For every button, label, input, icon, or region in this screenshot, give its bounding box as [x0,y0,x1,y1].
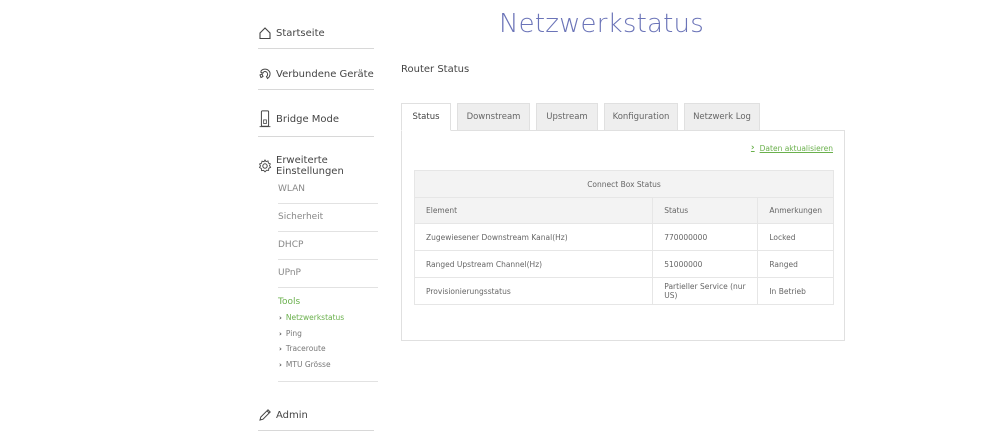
refresh-link-label: Daten aktualisieren [759,143,833,153]
chevron-right-icon: › [279,313,282,322]
sidebar-sub-wlan[interactable]: WLAN [278,184,378,204]
tab-netzwerk-log[interactable]: Netzwerk Log [684,103,760,131]
sidebar-item-label: Verbundene Geräte [276,68,374,80]
status-table: Connect Box Status Element Status Anmerk… [413,170,834,305]
sidebar-item-bridge-mode[interactable]: Bridge Mode [258,110,374,137]
pencil-icon [259,409,271,421]
table-row: Ranged Upstream Channel(Hz) 51000000 Ran… [413,250,834,278]
table-cell: Ranged [757,250,834,278]
tools-item-label: Ping [285,329,302,338]
sidebar-item-startseite[interactable]: Startseite [258,26,374,49]
sidebar-sub-tools[interactable]: Tools [278,297,300,307]
tools-item-label: Netzwerkstatus [285,313,345,322]
devices-icon [259,68,271,80]
tools-item-traceroute[interactable]: › Traceroute [279,344,326,353]
sidebar-sub-sicherheit[interactable]: Sicherheit [278,212,378,232]
chevron-right-icon: › [279,360,282,369]
column-header-element: Element [413,197,654,224]
table-caption: Connect Box Status [414,170,834,198]
chevron-right-icon: › [279,344,282,353]
section-label: Router Status [401,64,470,75]
table-cell: Partieller Service (nur US) [652,277,759,305]
tab-status[interactable]: Status [401,103,451,131]
table-row: Zugewiesener Downstream Kanal(Hz) 770000… [413,223,834,251]
sidebar-item-label: Admin [276,409,308,421]
refresh-link[interactable]: › Daten aktualisieren [751,143,833,153]
tab-upstream[interactable]: Upstream [536,103,598,131]
sidebar-divider [278,381,378,382]
tools-item-ping[interactable]: › Ping [279,329,302,338]
sidebar-item-admin[interactable]: Admin [258,408,374,431]
column-header-status: Status [652,197,759,224]
chevron-right-icon: › [750,143,755,153]
router-icon [259,110,271,128]
tab-downstream[interactable]: Downstream [457,103,530,131]
sidebar-item-verbundene-geraete[interactable]: Verbundene Geräte [258,67,374,90]
table-cell: Provisionierungsstatus [413,277,654,305]
table-cell: 770000000 [652,223,759,251]
sidebar-item-erweiterte-einstellungen[interactable]: Erweiterte Einstellungen [258,155,374,185]
sidebar-item-label: Bridge Mode [276,113,340,125]
tools-item-mtu-groesse[interactable]: › MTU Grösse [279,360,331,369]
tools-item-label: MTU Grösse [285,360,331,369]
tab-bar: Status Downstream Upstream Konfiguration… [401,103,766,131]
page-title: Netzwerkstatus [499,9,704,39]
tools-item-label: Traceroute [285,344,326,353]
tools-item-netzwerkstatus[interactable]: › Netzwerkstatus [279,313,344,322]
gear-icon [258,159,272,173]
table-cell: In Betrieb [757,277,834,305]
chevron-right-icon: › [279,329,282,338]
column-header-anmerkungen: Anmerkungen [757,197,834,224]
table-cell: Locked [757,223,834,251]
sidebar-item-label: Startseite [276,27,325,39]
sidebar-item-label: Erweiterte Einstellungen [276,155,344,177]
table-cell: 51000000 [652,250,759,278]
table-cell: Zugewiesener Downstream Kanal(Hz) [413,223,654,251]
status-panel: › Daten aktualisieren Connect Box Status… [401,130,845,341]
home-icon [259,27,271,40]
table-cell: Ranged Upstream Channel(Hz) [413,250,654,278]
tab-konfiguration[interactable]: Konfiguration [604,103,678,131]
sidebar-sub-dhcp[interactable]: DHCP [278,240,378,260]
sidebar-sub-upnp[interactable]: UPnP [278,268,378,288]
table-row: Provisionierungsstatus Partieller Servic… [413,277,834,305]
